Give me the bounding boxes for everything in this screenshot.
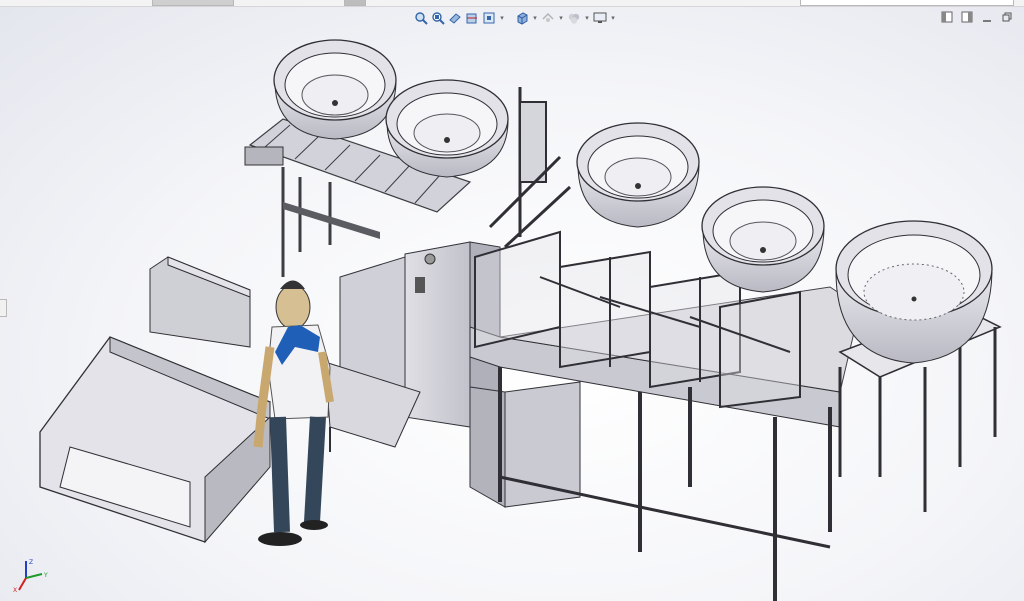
triad-label-z: Z — [29, 559, 33, 566]
triad-label-y: Y — [43, 572, 48, 579]
toolbar-tab-left[interactable] — [152, 0, 234, 6]
vibratory-bowl-2[interactable] — [385, 79, 509, 178]
vibratory-bowl-1[interactable] — [273, 39, 397, 140]
search-box[interactable] — [800, 0, 1014, 6]
collection-bin-back[interactable] — [149, 256, 251, 348]
electrical-cabinet[interactable] — [469, 381, 581, 508]
vibratory-bowl-5[interactable] — [835, 220, 993, 364]
assembly-model[interactable] — [0, 7, 1024, 601]
vibratory-bowl-3[interactable] — [576, 122, 700, 228]
triad-x-axis — [25, 573, 43, 579]
collection-bin-front[interactable] — [39, 336, 271, 544]
triad-label-x: X — [13, 587, 17, 594]
graphics-area[interactable]: ▾ ▾ ▾ ▾ ▾ Z Y X — [0, 7, 1024, 601]
vibratory-bowl-4[interactable] — [701, 186, 825, 293]
top-toolbar-strip — [0, 0, 1024, 7]
triad-z-axis — [18, 577, 27, 591]
toolbar-tab-active[interactable] — [344, 0, 366, 6]
coordinate-triad[interactable]: Z Y X — [10, 556, 54, 596]
